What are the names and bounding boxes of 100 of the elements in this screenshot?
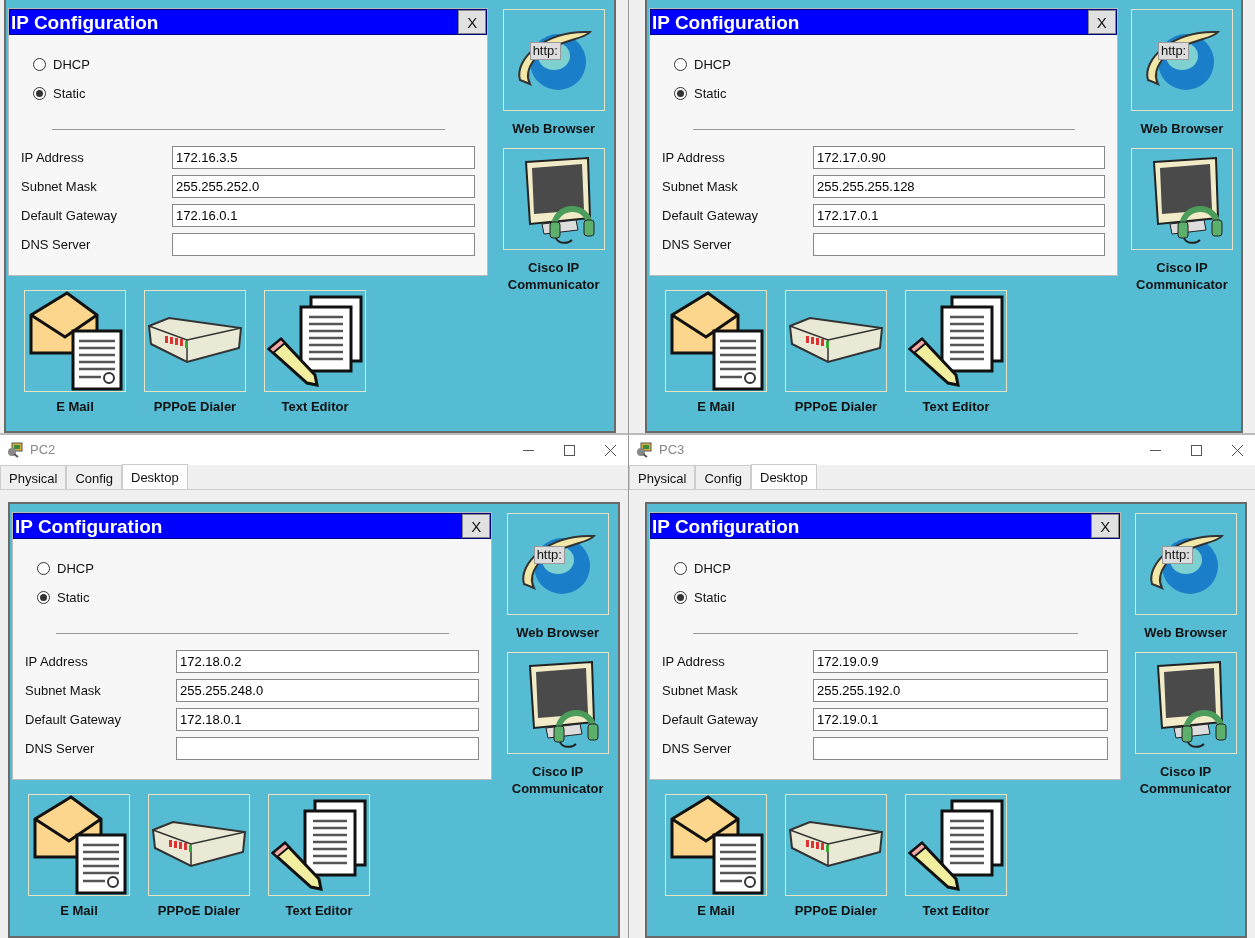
app-tile[interactable]: [1130, 148, 1233, 250]
tab[interactable]: Config: [66, 465, 122, 489]
field-label: Default Gateway: [662, 710, 760, 729]
field-label: IP Address: [662, 148, 726, 167]
input-field[interactable]: 172.19.0.1: [813, 708, 1109, 731]
input-field[interactable]: 172.16.0.1: [172, 204, 476, 227]
close-button[interactable]: X: [462, 514, 491, 538]
app-label: E Mail: [697, 398, 735, 415]
app-tile[interactable]: [24, 290, 126, 392]
app-label: Cisco IP Communicator: [510, 763, 605, 797]
app-tile[interactable]: [665, 794, 767, 896]
app-tile[interactable]: [785, 290, 887, 392]
input-field[interactable]: 172.16.3.5: [172, 146, 476, 169]
close-button[interactable]: X: [1091, 514, 1120, 538]
minimize-icon[interactable]: [523, 449, 534, 451]
input-field[interactable]: 172.18.0.2: [176, 650, 480, 673]
app-label: Text Editor: [285, 902, 353, 919]
app-label: E Mail: [697, 902, 735, 919]
pencil-documents-icon: [271, 797, 367, 893]
radio-button[interactable]: [674, 562, 687, 576]
input-field[interactable]: 255.255.255.128: [813, 175, 1105, 198]
close-button[interactable]: X: [1087, 10, 1116, 34]
field-label: DNS Server: [25, 739, 96, 758]
radio-button[interactable]: [37, 562, 50, 576]
modem-icon: [788, 820, 884, 870]
tab[interactable]: Physical: [629, 465, 696, 489]
dialog-title: IP Configuration: [651, 516, 800, 536]
pencil-documents-icon: [908, 797, 1004, 893]
field-label: IP Address: [21, 148, 85, 167]
dialog-title: IP Configuration: [651, 12, 800, 32]
radio-button[interactable]: [674, 86, 687, 100]
app-tile[interactable]: [268, 794, 370, 896]
url-label: http:: [1161, 546, 1193, 564]
app-label: Cisco IP Communicator: [1138, 763, 1233, 797]
radio-button[interactable]: [33, 86, 46, 100]
radio-button[interactable]: [33, 58, 46, 72]
envelope-document-icon: [31, 795, 127, 895]
window-title: PC2: [30, 441, 56, 460]
pc-icon: [6, 442, 24, 458]
pencil-documents-icon: [267, 293, 363, 389]
app-tile[interactable]: [665, 290, 767, 392]
app-label: E Mail: [56, 398, 94, 415]
app-label: Text Editor: [922, 398, 990, 415]
modem-icon: [151, 820, 247, 870]
app-tile[interactable]: [144, 290, 246, 392]
app-label: Cisco IP Communicator: [506, 259, 601, 293]
app-label: Web Browser: [1144, 624, 1227, 641]
app-tile[interactable]: http:: [1134, 513, 1237, 615]
input-field[interactable]: [176, 737, 480, 760]
app-tile[interactable]: http:: [502, 9, 605, 111]
input-field[interactable]: [813, 233, 1105, 256]
close-icon[interactable]: [1232, 444, 1243, 456]
input-field[interactable]: 255.255.192.0: [813, 679, 1109, 702]
input-field[interactable]: [172, 233, 476, 256]
app-tile[interactable]: [28, 794, 130, 896]
field-label: DNS Server: [662, 739, 733, 758]
close-button[interactable]: X: [458, 10, 487, 34]
url-label: http:: [1157, 42, 1190, 60]
radio-button[interactable]: [674, 590, 687, 604]
field-label: DNS Server: [662, 235, 733, 254]
field-label: DNS Server: [21, 235, 92, 254]
app-tile[interactable]: http:: [1130, 9, 1233, 111]
maximize-icon[interactable]: [564, 444, 575, 456]
field-label: Subnet Mask: [21, 177, 98, 196]
app-tile[interactable]: [785, 794, 887, 896]
app-label: Web Browser: [512, 120, 596, 137]
app-tile[interactable]: [264, 290, 366, 392]
tab[interactable]: Desktop: [122, 464, 188, 489]
maximize-icon[interactable]: [1191, 444, 1202, 456]
radio-button[interactable]: [37, 590, 50, 604]
input-field[interactable]: 172.17.0.1: [813, 204, 1105, 227]
input-field[interactable]: 172.18.0.1: [176, 708, 480, 731]
minimize-icon[interactable]: [1150, 449, 1161, 451]
app-tile[interactable]: [1134, 652, 1237, 754]
tab[interactable]: Desktop: [751, 464, 817, 489]
tab[interactable]: Physical: [0, 465, 67, 489]
radio-label: DHCP: [57, 560, 94, 578]
dialog-title: IP Configuration: [10, 12, 159, 32]
app-tile[interactable]: http:: [506, 513, 609, 615]
app-tile[interactable]: [905, 794, 1007, 896]
app-tile[interactable]: [148, 794, 250, 896]
input-field[interactable]: 172.19.0.9: [813, 650, 1109, 673]
app-tile[interactable]: [905, 290, 1007, 392]
close-icon[interactable]: [605, 444, 616, 456]
input-field[interactable]: 172.17.0.90: [813, 146, 1105, 169]
input-field[interactable]: 255.255.248.0: [176, 679, 480, 702]
input-field[interactable]: [813, 737, 1109, 760]
pencil-documents-icon: [908, 293, 1004, 389]
app-tile[interactable]: [506, 652, 609, 754]
radio-label: Static: [53, 84, 86, 103]
app-tile[interactable]: [502, 148, 605, 250]
radio-label: Static: [694, 588, 727, 607]
field-label: Default Gateway: [25, 710, 123, 729]
input-field[interactable]: 255.255.252.0: [172, 175, 476, 198]
radio-button[interactable]: [674, 58, 687, 72]
tab[interactable]: Config: [695, 465, 751, 489]
modem-icon: [788, 316, 884, 366]
field-label: IP Address: [25, 652, 89, 671]
app-label: PPPoE Dialer: [157, 902, 241, 919]
radio-label: Static: [57, 588, 90, 607]
